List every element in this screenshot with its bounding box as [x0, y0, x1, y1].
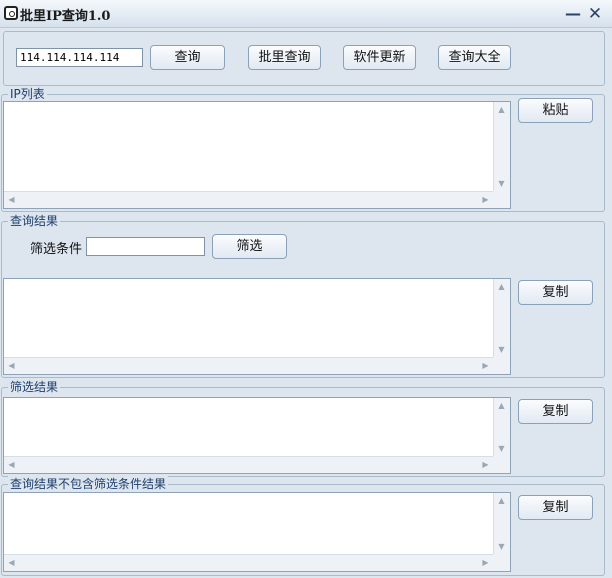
ip-input[interactable]: 114.114.114.114 — [16, 48, 143, 67]
vertical-scrollbar[interactable]: ▲ ▼ — [493, 493, 510, 554]
scroll-down-arrow-icon[interactable]: ▼ — [494, 342, 509, 357]
scroll-right-arrow-icon[interactable]: ▶ — [478, 358, 493, 373]
excluded-results-textarea[interactable]: ▲ ▼ ◀ ▶ — [3, 492, 511, 572]
scroll-down-arrow-icon[interactable]: ▼ — [494, 441, 509, 456]
scrollbar-corner — [493, 456, 510, 473]
scrollbar-corner — [493, 191, 510, 208]
copy-filter-results-button[interactable]: 复制 — [518, 399, 593, 424]
scroll-right-arrow-icon[interactable]: ▶ — [478, 192, 493, 207]
copy-query-results-button[interactable]: 复制 — [518, 280, 593, 305]
query-all-button[interactable]: 查询大全 — [438, 45, 511, 70]
paste-button[interactable]: 粘贴 — [518, 98, 593, 123]
minimize-button[interactable]: — — [563, 4, 583, 24]
vertical-scrollbar[interactable]: ▲ ▼ — [493, 102, 510, 191]
scroll-up-arrow-icon[interactable]: ▲ — [494, 398, 509, 413]
scrollbar-corner — [493, 554, 510, 571]
scroll-up-arrow-icon[interactable]: ▲ — [494, 102, 509, 117]
filter-button[interactable]: 筛选 — [212, 234, 287, 259]
horizontal-scrollbar[interactable]: ◀ ▶ — [4, 191, 493, 208]
scroll-right-arrow-icon[interactable]: ▶ — [478, 555, 493, 570]
title-bar[interactable]: 批里IP查询1.0 — ✕ — [0, 0, 612, 28]
filter-results-textarea[interactable]: ▲ ▼ ◀ ▶ — [3, 397, 511, 474]
query-button[interactable]: 查询 — [150, 45, 225, 70]
scroll-up-arrow-icon[interactable]: ▲ — [494, 493, 509, 508]
query-results-textarea[interactable]: ▲ ▼ ◀ ▶ — [3, 278, 511, 375]
ip-list-textarea[interactable]: ▲ ▼ ◀ ▶ — [3, 101, 511, 209]
software-update-button[interactable]: 软件更新 — [343, 45, 416, 70]
scroll-left-arrow-icon[interactable]: ◀ — [4, 192, 19, 207]
window-title: 批里IP查询1.0 — [20, 9, 111, 24]
app-icon — [4, 6, 18, 20]
horizontal-scrollbar[interactable]: ◀ ▶ — [4, 456, 493, 473]
scrollbar-corner — [493, 357, 510, 374]
vertical-scrollbar[interactable]: ▲ ▼ — [493, 279, 510, 357]
scroll-left-arrow-icon[interactable]: ◀ — [4, 457, 19, 472]
scroll-right-arrow-icon[interactable]: ▶ — [478, 457, 493, 472]
filter-condition-label: 筛选条件 — [30, 242, 83, 257]
excluded-results-legend: 查询结果不包含筛选条件结果 — [8, 476, 169, 492]
scroll-down-arrow-icon[interactable]: ▼ — [494, 539, 509, 554]
batch-query-button[interactable]: 批里查询 — [248, 45, 321, 70]
scroll-up-arrow-icon[interactable]: ▲ — [494, 279, 509, 294]
horizontal-scrollbar[interactable]: ◀ ▶ — [4, 357, 493, 374]
ip-list-legend: IP列表 — [8, 86, 47, 102]
vertical-scrollbar[interactable]: ▲ ▼ — [493, 398, 510, 456]
query-results-legend: 查询结果 — [8, 213, 61, 229]
filter-results-legend: 筛选结果 — [8, 379, 61, 395]
scroll-left-arrow-icon[interactable]: ◀ — [4, 358, 19, 373]
horizontal-scrollbar[interactable]: ◀ ▶ — [4, 554, 493, 571]
filter-condition-input[interactable] — [86, 237, 205, 256]
scroll-down-arrow-icon[interactable]: ▼ — [494, 176, 509, 191]
copy-excluded-results-button[interactable]: 复制 — [518, 495, 593, 520]
close-button[interactable]: ✕ — [585, 4, 605, 24]
scroll-left-arrow-icon[interactable]: ◀ — [4, 555, 19, 570]
